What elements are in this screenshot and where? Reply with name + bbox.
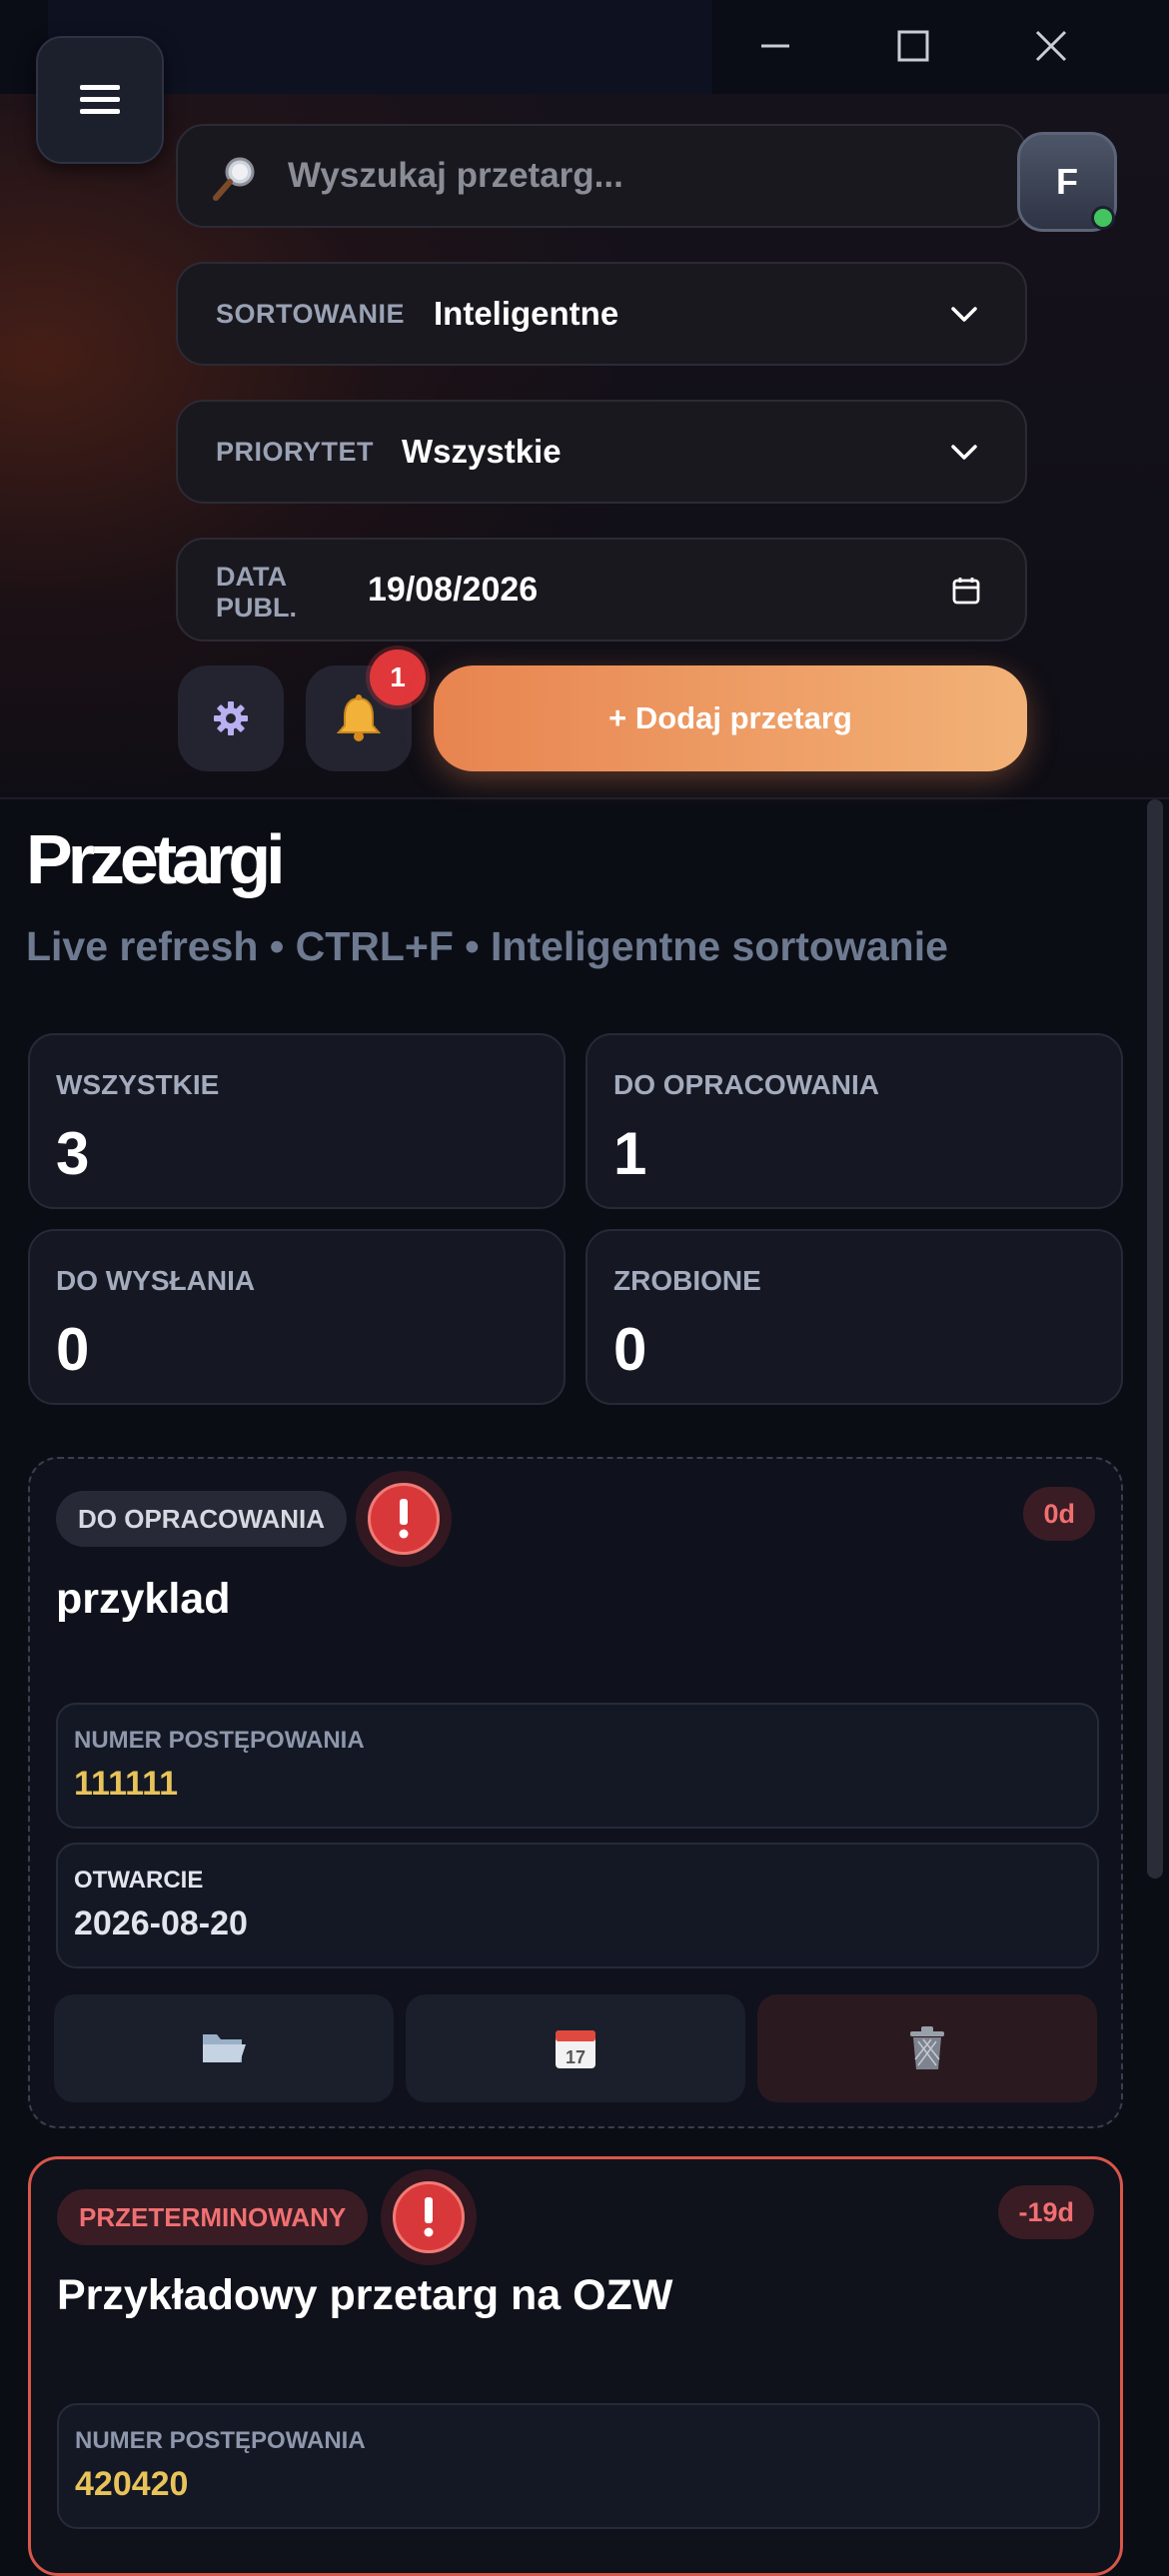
stat-all[interactable]: WSZYSTKIE 3 [28, 1033, 566, 1209]
search-icon [213, 157, 255, 201]
page-subtitle: Live refresh • CTRL+F • Inteligentne sor… [26, 923, 948, 969]
procedure-number: 111111 [74, 1765, 179, 1803]
stat-done[interactable]: ZROBIONE 0 [585, 1229, 1123, 1405]
menu-button[interactable] [36, 36, 164, 164]
priority-label: PRIORYTET [216, 436, 375, 467]
svg-text:17: 17 [566, 2047, 585, 2067]
stat-label: DO WYSŁANIA [56, 1265, 256, 1296]
window-titlebar [0, 0, 1169, 96]
sort-label: SORTOWANIE [216, 298, 406, 329]
date-label: DATA PUBL. [216, 562, 297, 623]
opening-date-box: OTWARCIE 2026-08-20 [56, 1843, 1099, 1968]
opening-date: 2026-08-20 [74, 1905, 248, 1942]
status-badge: DO OPRACOWANIA [56, 1491, 347, 1547]
calendar-icon: 17 [556, 2030, 595, 2068]
stat-value: 3 [56, 1120, 90, 1187]
hamburger-icon [80, 85, 120, 114]
folder-icon [203, 2034, 246, 2062]
scrollbar[interactable] [1147, 799, 1163, 1879]
stat-label: ZROBIONE [613, 1265, 761, 1296]
days-badge: 0d [1023, 1487, 1095, 1541]
sort-value: Inteligentne [434, 295, 619, 332]
tender-card-overdue[interactable]: PRZETERMINOWANY -19d Przykładowy przetar… [28, 2156, 1123, 2576]
opening-label: OTWARCIE [74, 1867, 204, 1894]
calendar-icon[interactable] [951, 576, 981, 606]
bell-icon [336, 694, 382, 741]
priority-select[interactable]: PRIORYTET Wszystkie [176, 400, 1027, 504]
add-tender-button[interactable]: + Dodaj przetarg [434, 665, 1027, 771]
procedure-number-label: NUMER POSTĘPOWANIA [75, 2427, 366, 2454]
tender-title: Przykładowy przetarg na OZW [57, 2271, 673, 2319]
alert-icon [393, 2181, 465, 2253]
sort-select[interactable]: SORTOWANIE Inteligentne [176, 262, 1027, 366]
delete-button[interactable] [757, 1994, 1097, 2102]
status-badge: PRZETERMINOWANY [57, 2189, 369, 2245]
publication-date-field[interactable]: DATA PUBL. 19/08/2026 [176, 538, 1027, 642]
stat-value: 1 [613, 1120, 647, 1187]
days-badge: -19d [998, 2185, 1094, 2239]
stat-to-develop[interactable]: DO OPRACOWANIA 1 [585, 1033, 1123, 1209]
search-placeholder: Wyszukaj przetarg... [288, 156, 623, 195]
priority-value: Wszystkie [402, 433, 562, 470]
procedure-number-box: NUMER POSTĘPOWANIA 111111 [56, 1703, 1099, 1829]
maximize-icon[interactable] [887, 20, 939, 72]
chevron-down-icon [951, 307, 977, 322]
procedure-number-box: NUMER POSTĘPOWANIA 420420 [57, 2403, 1100, 2529]
procedure-number-label: NUMER POSTĘPOWANIA [74, 1727, 365, 1754]
notification-count-badge: 1 [370, 649, 426, 705]
stat-label: DO OPRACOWANIA [613, 1069, 879, 1100]
close-icon[interactable] [1025, 20, 1077, 72]
alert-icon [368, 1483, 440, 1555]
stat-value: 0 [613, 1316, 647, 1383]
stat-to-send[interactable]: DO WYSŁANIA 0 [28, 1229, 566, 1405]
page-title: Przetargi [26, 820, 286, 898]
trash-icon [910, 2026, 944, 2069]
gear-icon [214, 701, 248, 735]
date-value: 19/08/2026 [368, 570, 539, 609]
stat-value: 0 [56, 1316, 90, 1383]
avatar-initial: F [1056, 161, 1078, 202]
open-folder-button[interactable] [54, 1994, 394, 2102]
search-input[interactable]: Wyszukaj przetarg... [176, 124, 1027, 228]
chevron-down-icon [951, 445, 977, 460]
stat-label: WSZYSTKIE [56, 1069, 220, 1100]
online-status-dot [1091, 206, 1115, 230]
calendar-button[interactable]: 17 [406, 1994, 745, 2102]
procedure-number: 420420 [75, 2465, 189, 2503]
minimize-icon[interactable] [749, 20, 801, 72]
settings-button[interactable] [178, 665, 284, 771]
tender-title: przyklad [56, 1575, 231, 1623]
